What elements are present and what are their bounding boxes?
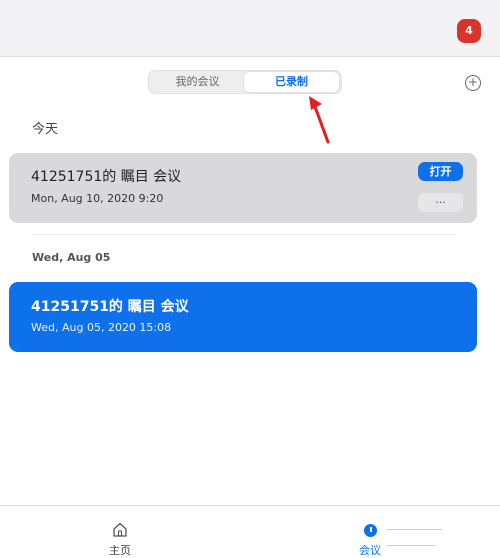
clock-icon xyxy=(363,524,377,537)
recording-card[interactable]: 41251751的 瞩目 会议 Mon, Aug 10, 2020 9:20 打… xyxy=(9,153,477,223)
tab-my-meetings[interactable]: 我的会议 xyxy=(150,72,245,92)
recording-time: Mon, Aug 10, 2020 9:20 xyxy=(31,192,164,205)
recording-card-selected[interactable]: 41251751的 瞩目 会议 Wed, Aug 05, 2020 15:08 xyxy=(9,282,477,352)
divider xyxy=(33,234,455,235)
title-bar: 4 xyxy=(0,0,500,57)
open-button[interactable]: 打开 xyxy=(418,162,463,181)
tab-recorded[interactable]: 已录制 xyxy=(244,72,339,92)
red-arrow-annotation xyxy=(309,96,330,144)
recording-title: 41251751的 瞩目 会议 xyxy=(31,299,189,315)
nav-meetings[interactable]: 会议 xyxy=(348,522,392,558)
section-heading-today: 今天 xyxy=(32,122,59,137)
bottom-nav: 主页 会议 xyxy=(0,505,500,557)
notification-badge[interactable]: 4 xyxy=(457,19,481,43)
add-icon[interactable]: + xyxy=(465,75,481,91)
recording-title: 41251751的 瞩目 会议 xyxy=(31,169,182,185)
divider xyxy=(386,529,442,530)
more-options-button[interactable]: ... xyxy=(418,193,463,212)
nav-home[interactable]: 主页 xyxy=(100,522,140,558)
section-heading-date: Wed, Aug 05 xyxy=(32,251,111,264)
home-icon xyxy=(113,522,127,537)
recording-time: Wed, Aug 05, 2020 15:08 xyxy=(31,321,172,334)
divider xyxy=(386,545,436,546)
